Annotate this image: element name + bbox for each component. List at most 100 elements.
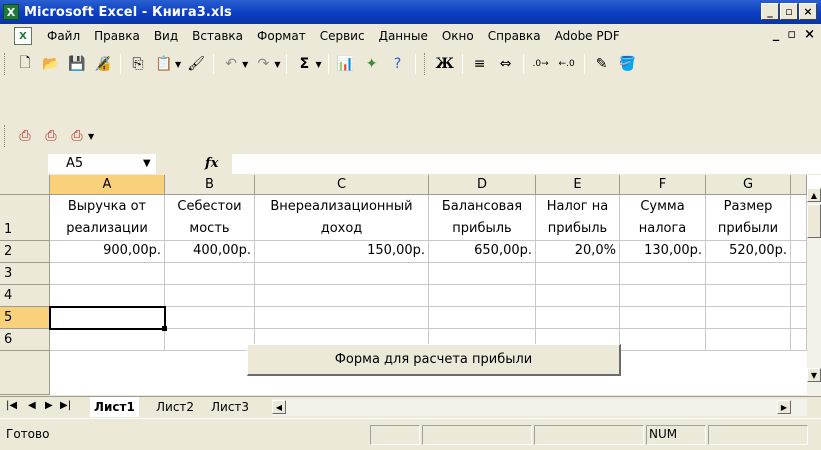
- grid-cell[interactable]: [165, 263, 255, 285]
- grid-cell[interactable]: [255, 307, 429, 329]
- pdf-review-button[interactable]: ⎙: [66, 125, 88, 147]
- grid-cell[interactable]: [706, 307, 791, 329]
- vertical-scroll-thumb[interactable]: [807, 204, 821, 238]
- grid-cell[interactable]: [429, 285, 536, 307]
- merge-center-button[interactable]: ⇔: [495, 53, 517, 75]
- toolbar-grip[interactable]: [4, 125, 8, 147]
- scroll-right-button[interactable]: ▶: [777, 400, 791, 414]
- menu-edit[interactable]: Правка: [87, 24, 147, 48]
- grid-cell[interactable]: [50, 285, 165, 307]
- fill-color-button[interactable]: 🪣: [617, 53, 639, 75]
- permission-button[interactable]: 🔏: [92, 53, 114, 75]
- redo-dropdown-icon[interactable]: ▼: [274, 60, 280, 69]
- pdf-toolbar-dropdown-icon[interactable]: ▼: [88, 132, 94, 141]
- select-all-corner[interactable]: [0, 175, 50, 195]
- new-button[interactable]: 🗋: [14, 53, 36, 75]
- fill-handle[interactable]: [162, 326, 167, 331]
- column-header-a[interactable]: A: [50, 175, 165, 195]
- scroll-left-button[interactable]: ◀: [272, 400, 286, 414]
- grid-cell[interactable]: [620, 329, 706, 351]
- cell-d1[interactable]: Балансовая прибыль: [429, 195, 536, 241]
- autosum-dropdown-icon[interactable]: ▼: [315, 60, 321, 69]
- cell-c2[interactable]: 150,00р.: [255, 241, 429, 263]
- bold-button[interactable]: Ж: [434, 53, 456, 75]
- cell-e2[interactable]: 20,0%: [536, 241, 620, 263]
- cell-h2[interactable]: [791, 241, 807, 263]
- grid-cell[interactable]: [165, 329, 255, 351]
- cell-c1[interactable]: Внереализационный доход: [255, 195, 429, 241]
- insert-function-icon[interactable]: fx: [205, 154, 218, 174]
- close-button[interactable]: ×: [799, 3, 817, 20]
- sheet-tab-3[interactable]: Лист3: [207, 397, 253, 417]
- scroll-down-button[interactable]: ▼: [807, 368, 821, 382]
- grid-cell[interactable]: [255, 263, 429, 285]
- grid-cell[interactable]: [536, 307, 620, 329]
- cell-a1[interactable]: Выручка от реализации: [50, 195, 165, 241]
- help-button[interactable]: ?: [387, 53, 409, 75]
- first-sheet-icon[interactable]: |◀: [6, 400, 17, 411]
- row-header-7[interactable]: [0, 351, 50, 395]
- column-header-g[interactable]: G: [706, 175, 791, 195]
- name-box[interactable]: A5: [48, 154, 156, 174]
- save-button[interactable]: 💾: [66, 53, 88, 75]
- menu-format[interactable]: Формат: [250, 24, 313, 48]
- row-header-5[interactable]: 5: [0, 307, 50, 329]
- prev-sheet-icon[interactable]: ◀: [28, 400, 36, 411]
- doc-minimize-button[interactable]: _: [773, 27, 780, 42]
- grid-cell[interactable]: [620, 285, 706, 307]
- minimize-button[interactable]: _: [761, 3, 779, 20]
- grid-cell[interactable]: [620, 307, 706, 329]
- menu-file[interactable]: Файл: [40, 24, 87, 48]
- doc-close-button[interactable]: ×: [804, 27, 815, 42]
- vertical-scrollbar[interactable]: ▲ ▼: [807, 188, 821, 396]
- grid-cell[interactable]: [536, 263, 620, 285]
- grid-cell[interactable]: [791, 329, 807, 351]
- cell-f2[interactable]: 130,00р.: [620, 241, 706, 263]
- copy-button[interactable]: ⎘: [127, 53, 149, 75]
- profit-form-button[interactable]: Форма для расчета прибыли: [247, 344, 621, 376]
- undo-dropdown-icon[interactable]: ▼: [242, 60, 248, 69]
- name-box-dropdown-icon[interactable]: ▼: [143, 154, 151, 174]
- restore-button[interactable]: ▫: [780, 3, 798, 20]
- excel-app-icon[interactable]: X: [3, 4, 19, 20]
- grid-cell[interactable]: [706, 285, 791, 307]
- last-sheet-icon[interactable]: ▶|: [60, 400, 71, 411]
- menu-tools[interactable]: Сервис: [313, 24, 372, 48]
- column-header-h[interactable]: [791, 175, 807, 195]
- scroll-up-button[interactable]: ▲: [807, 188, 821, 202]
- toolbar-grip[interactable]: [4, 53, 8, 75]
- column-header-c[interactable]: C: [255, 175, 429, 195]
- menu-insert[interactable]: Вставка: [185, 24, 250, 48]
- format-painter-button[interactable]: 🖌: [185, 53, 207, 75]
- paste-dropdown-icon[interactable]: ▼: [175, 60, 181, 69]
- cell-b2[interactable]: 400,00р.: [165, 241, 255, 263]
- decrease-decimal-button[interactable]: ←.0: [556, 53, 578, 75]
- grid-cell[interactable]: [620, 263, 706, 285]
- workbook-icon[interactable]: X: [14, 27, 32, 45]
- active-cell-cursor[interactable]: [49, 306, 166, 330]
- grid-cell[interactable]: [255, 285, 429, 307]
- column-header-f[interactable]: F: [620, 175, 706, 195]
- grid-cell[interactable]: [536, 285, 620, 307]
- horizontal-scrollbar[interactable]: ◀ ▶: [272, 399, 807, 416]
- cell-h1[interactable]: [791, 195, 807, 241]
- pencil-button[interactable]: ✎: [591, 53, 613, 75]
- convert-pdf-email-button[interactable]: ⎙: [40, 125, 62, 147]
- chart-wizard-button[interactable]: 📊: [335, 53, 357, 75]
- next-sheet-icon[interactable]: ▶: [45, 400, 53, 411]
- grid-cell[interactable]: [50, 329, 165, 351]
- grid-cell[interactable]: [706, 263, 791, 285]
- doc-restore-button[interactable]: ▫: [787, 27, 796, 42]
- menu-data[interactable]: Данные: [372, 24, 435, 48]
- title-bar[interactable]: X Microsoft Excel - Книга3.xls _ ▫ ×: [0, 0, 821, 24]
- grid-cell[interactable]: [429, 307, 536, 329]
- convert-pdf-button[interactable]: ⎙: [14, 125, 36, 147]
- row-header-6[interactable]: 6: [0, 329, 50, 351]
- menu-adobe-pdf[interactable]: Adobe PDF: [548, 24, 627, 48]
- row-header-2[interactable]: 2: [0, 241, 50, 263]
- row-header-3[interactable]: 3: [0, 263, 50, 285]
- align-center-button[interactable]: ≡: [469, 53, 491, 75]
- grid-cell[interactable]: [791, 263, 807, 285]
- menu-window[interactable]: Окно: [435, 24, 481, 48]
- increase-decimal-button[interactable]: .0→: [530, 53, 552, 75]
